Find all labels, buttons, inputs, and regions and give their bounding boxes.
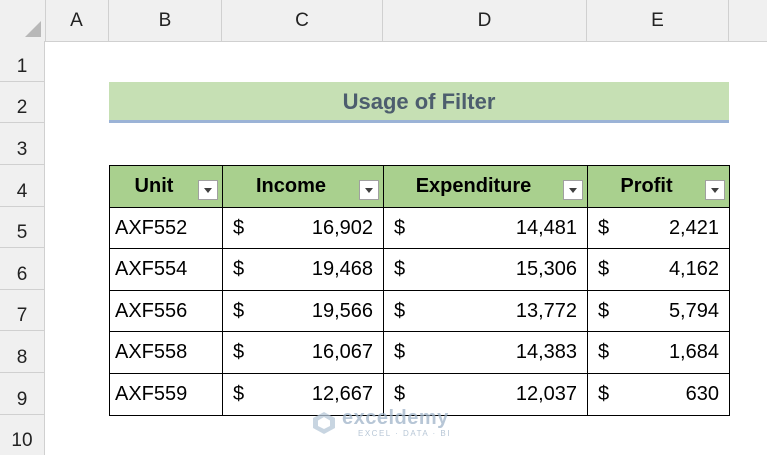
header-income-label: Income — [255, 175, 327, 197]
table-row: AXF558 $16,067 $14,383 $1,684 — [109, 331, 730, 374]
row-header-3[interactable]: 3 — [0, 123, 45, 165]
currency-symbol: $ — [394, 341, 406, 363]
expenditure-cell[interactable]: $15,306 — [383, 248, 588, 291]
income-cell[interactable]: $16,067 — [222, 331, 384, 374]
row-header-10[interactable]: 10 — [0, 415, 45, 455]
table-row: AXF552 $16,902 $14,481 $2,421 — [109, 207, 730, 249]
filter-dropdown-icon[interactable] — [198, 180, 218, 200]
expenditure-value: 12,037 — [515, 383, 577, 405]
column-header-e[interactable]: E — [587, 0, 729, 41]
select-all-triangle-icon — [25, 21, 41, 37]
row-header-5[interactable]: 5 — [0, 207, 45, 248]
row-header-8[interactable]: 8 — [0, 331, 45, 373]
currency-symbol: $ — [233, 217, 245, 239]
expenditure-value: 15,306 — [515, 258, 577, 280]
sheet-title[interactable]: Usage of Filter — [109, 82, 729, 123]
expenditure-value: 13,772 — [515, 300, 577, 322]
profit-cell[interactable]: $1,684 — [587, 331, 730, 374]
row-header-1[interactable]: 1 — [0, 41, 45, 82]
income-cell[interactable]: $16,902 — [222, 207, 384, 249]
column-header-c[interactable]: C — [222, 0, 383, 41]
header-profit-label: Profit — [620, 175, 673, 197]
currency-symbol: $ — [233, 341, 245, 363]
header-expenditure-label: Expenditure — [415, 175, 532, 197]
income-value: 16,067 — [311, 341, 373, 363]
expenditure-cell[interactable]: $13,772 — [383, 290, 588, 332]
header-unit[interactable]: Unit — [109, 165, 223, 208]
column-header-bar: A B C D E — [0, 0, 767, 42]
header-unit-label: Unit — [134, 175, 174, 197]
filter-dropdown-icon[interactable] — [359, 180, 379, 200]
profit-cell[interactable]: $4,162 — [587, 248, 730, 291]
currency-symbol: $ — [394, 217, 406, 239]
unit-cell[interactable]: AXF556 — [109, 290, 223, 332]
profit-cell[interactable]: $5,794 — [587, 290, 730, 332]
profit-value: 1,684 — [668, 341, 719, 363]
row-header-6[interactable]: 6 — [0, 248, 45, 290]
exceldemy-logo-icon — [313, 412, 335, 434]
income-cell[interactable]: $19,566 — [222, 290, 384, 332]
income-cell[interactable]: $19,468 — [222, 248, 384, 291]
column-header-b[interactable]: B — [109, 0, 222, 41]
table-row: AXF556 $19,566 $13,772 $5,794 — [109, 290, 730, 332]
select-all-button[interactable] — [0, 0, 46, 41]
profit-value: 2,421 — [668, 217, 719, 239]
unit-cell[interactable]: AXF559 — [109, 373, 223, 416]
income-value: 19,566 — [311, 300, 373, 322]
unit-cell[interactable]: AXF558 — [109, 331, 223, 374]
expenditure-value: 14,481 — [515, 217, 577, 239]
row-header-9[interactable]: 9 — [0, 373, 45, 415]
table-header-row: Unit Income Expenditure Profit — [109, 165, 730, 208]
currency-symbol: $ — [394, 300, 406, 322]
row-header-7[interactable]: 7 — [0, 290, 45, 331]
currency-symbol: $ — [598, 300, 610, 322]
data-table: Unit Income Expenditure Profit AXF552 $1… — [109, 165, 730, 416]
column-header-f[interactable] — [729, 0, 767, 41]
currency-symbol: $ — [598, 258, 610, 280]
unit-cell[interactable]: AXF554 — [109, 248, 223, 291]
profit-cell[interactable]: $630 — [587, 373, 730, 416]
income-value: 16,902 — [311, 217, 373, 239]
header-expenditure[interactable]: Expenditure — [383, 165, 588, 208]
filter-dropdown-icon[interactable] — [563, 180, 583, 200]
income-value: 12,667 — [311, 383, 373, 405]
currency-symbol: $ — [233, 300, 245, 322]
row-header-4[interactable]: 4 — [0, 165, 45, 207]
currency-symbol: $ — [394, 383, 406, 405]
profit-value: 4,162 — [668, 258, 719, 280]
header-income[interactable]: Income — [222, 165, 384, 208]
expenditure-cell[interactable]: $14,481 — [383, 207, 588, 249]
column-header-a[interactable]: A — [45, 0, 109, 41]
watermark-name: exceldemy — [342, 407, 449, 429]
spreadsheet-grid: A B C D E 1 2 3 4 5 6 7 8 9 10 Usage of … — [0, 0, 767, 455]
profit-value: 5,794 — [668, 300, 719, 322]
unit-cell[interactable]: AXF552 — [109, 207, 223, 249]
row-header-2[interactable]: 2 — [0, 82, 45, 123]
income-value: 19,468 — [311, 258, 373, 280]
header-profit[interactable]: Profit — [587, 165, 730, 208]
currency-symbol: $ — [598, 341, 610, 363]
filter-dropdown-icon[interactable] — [705, 180, 725, 200]
expenditure-cell[interactable]: $14,383 — [383, 331, 588, 374]
currency-symbol: $ — [598, 217, 610, 239]
profit-value: 630 — [685, 383, 719, 405]
currency-symbol: $ — [233, 258, 245, 280]
expenditure-value: 14,383 — [515, 341, 577, 363]
watermark-tagline: EXCEL · DATA · BI — [358, 429, 451, 438]
currency-symbol: $ — [233, 383, 245, 405]
table-row: AXF554 $19,468 $15,306 $4,162 — [109, 248, 730, 291]
column-header-d[interactable]: D — [383, 0, 587, 41]
profit-cell[interactable]: $2,421 — [587, 207, 730, 249]
currency-symbol: $ — [394, 258, 406, 280]
currency-symbol: $ — [598, 383, 610, 405]
